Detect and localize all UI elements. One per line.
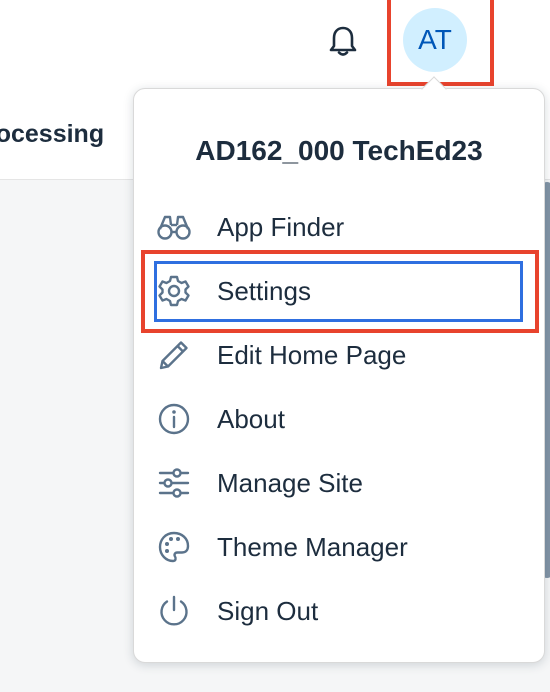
page-title: rocessing <box>0 120 105 148</box>
sliders-icon <box>154 463 194 503</box>
menu-item-label: App Finder <box>217 211 345 242</box>
menu-item-about[interactable]: About <box>148 387 524 451</box>
settings-focus-outline <box>154 261 523 322</box>
menu-item-label: Theme Manager <box>217 531 408 562</box>
user-menu-popover: AD162_000 TechEd23 App Finder Settings E… <box>133 88 545 663</box>
menu-item-label: Manage Site <box>217 467 363 498</box>
bell-icon <box>329 26 357 56</box>
info-icon <box>154 399 194 439</box>
menu-item-sign-out[interactable]: Sign Out <box>148 579 524 643</box>
palette-icon <box>154 527 194 567</box>
notifications-button[interactable] <box>326 24 360 58</box>
pencil-icon <box>154 335 194 375</box>
user-avatar[interactable]: AT <box>403 8 467 72</box>
menu-item-theme-manager[interactable]: Theme Manager <box>148 515 524 579</box>
user-name: AD162_000 TechEd23 <box>195 135 483 166</box>
menu-item-label: Edit Home Page <box>217 339 407 370</box>
binoculars-icon <box>154 207 194 247</box>
power-icon <box>154 591 194 631</box>
menu-item-label: About <box>217 403 285 434</box>
menu-item-manage-site[interactable]: Manage Site <box>148 451 524 515</box>
menu-item-label: Sign Out <box>217 595 319 626</box>
